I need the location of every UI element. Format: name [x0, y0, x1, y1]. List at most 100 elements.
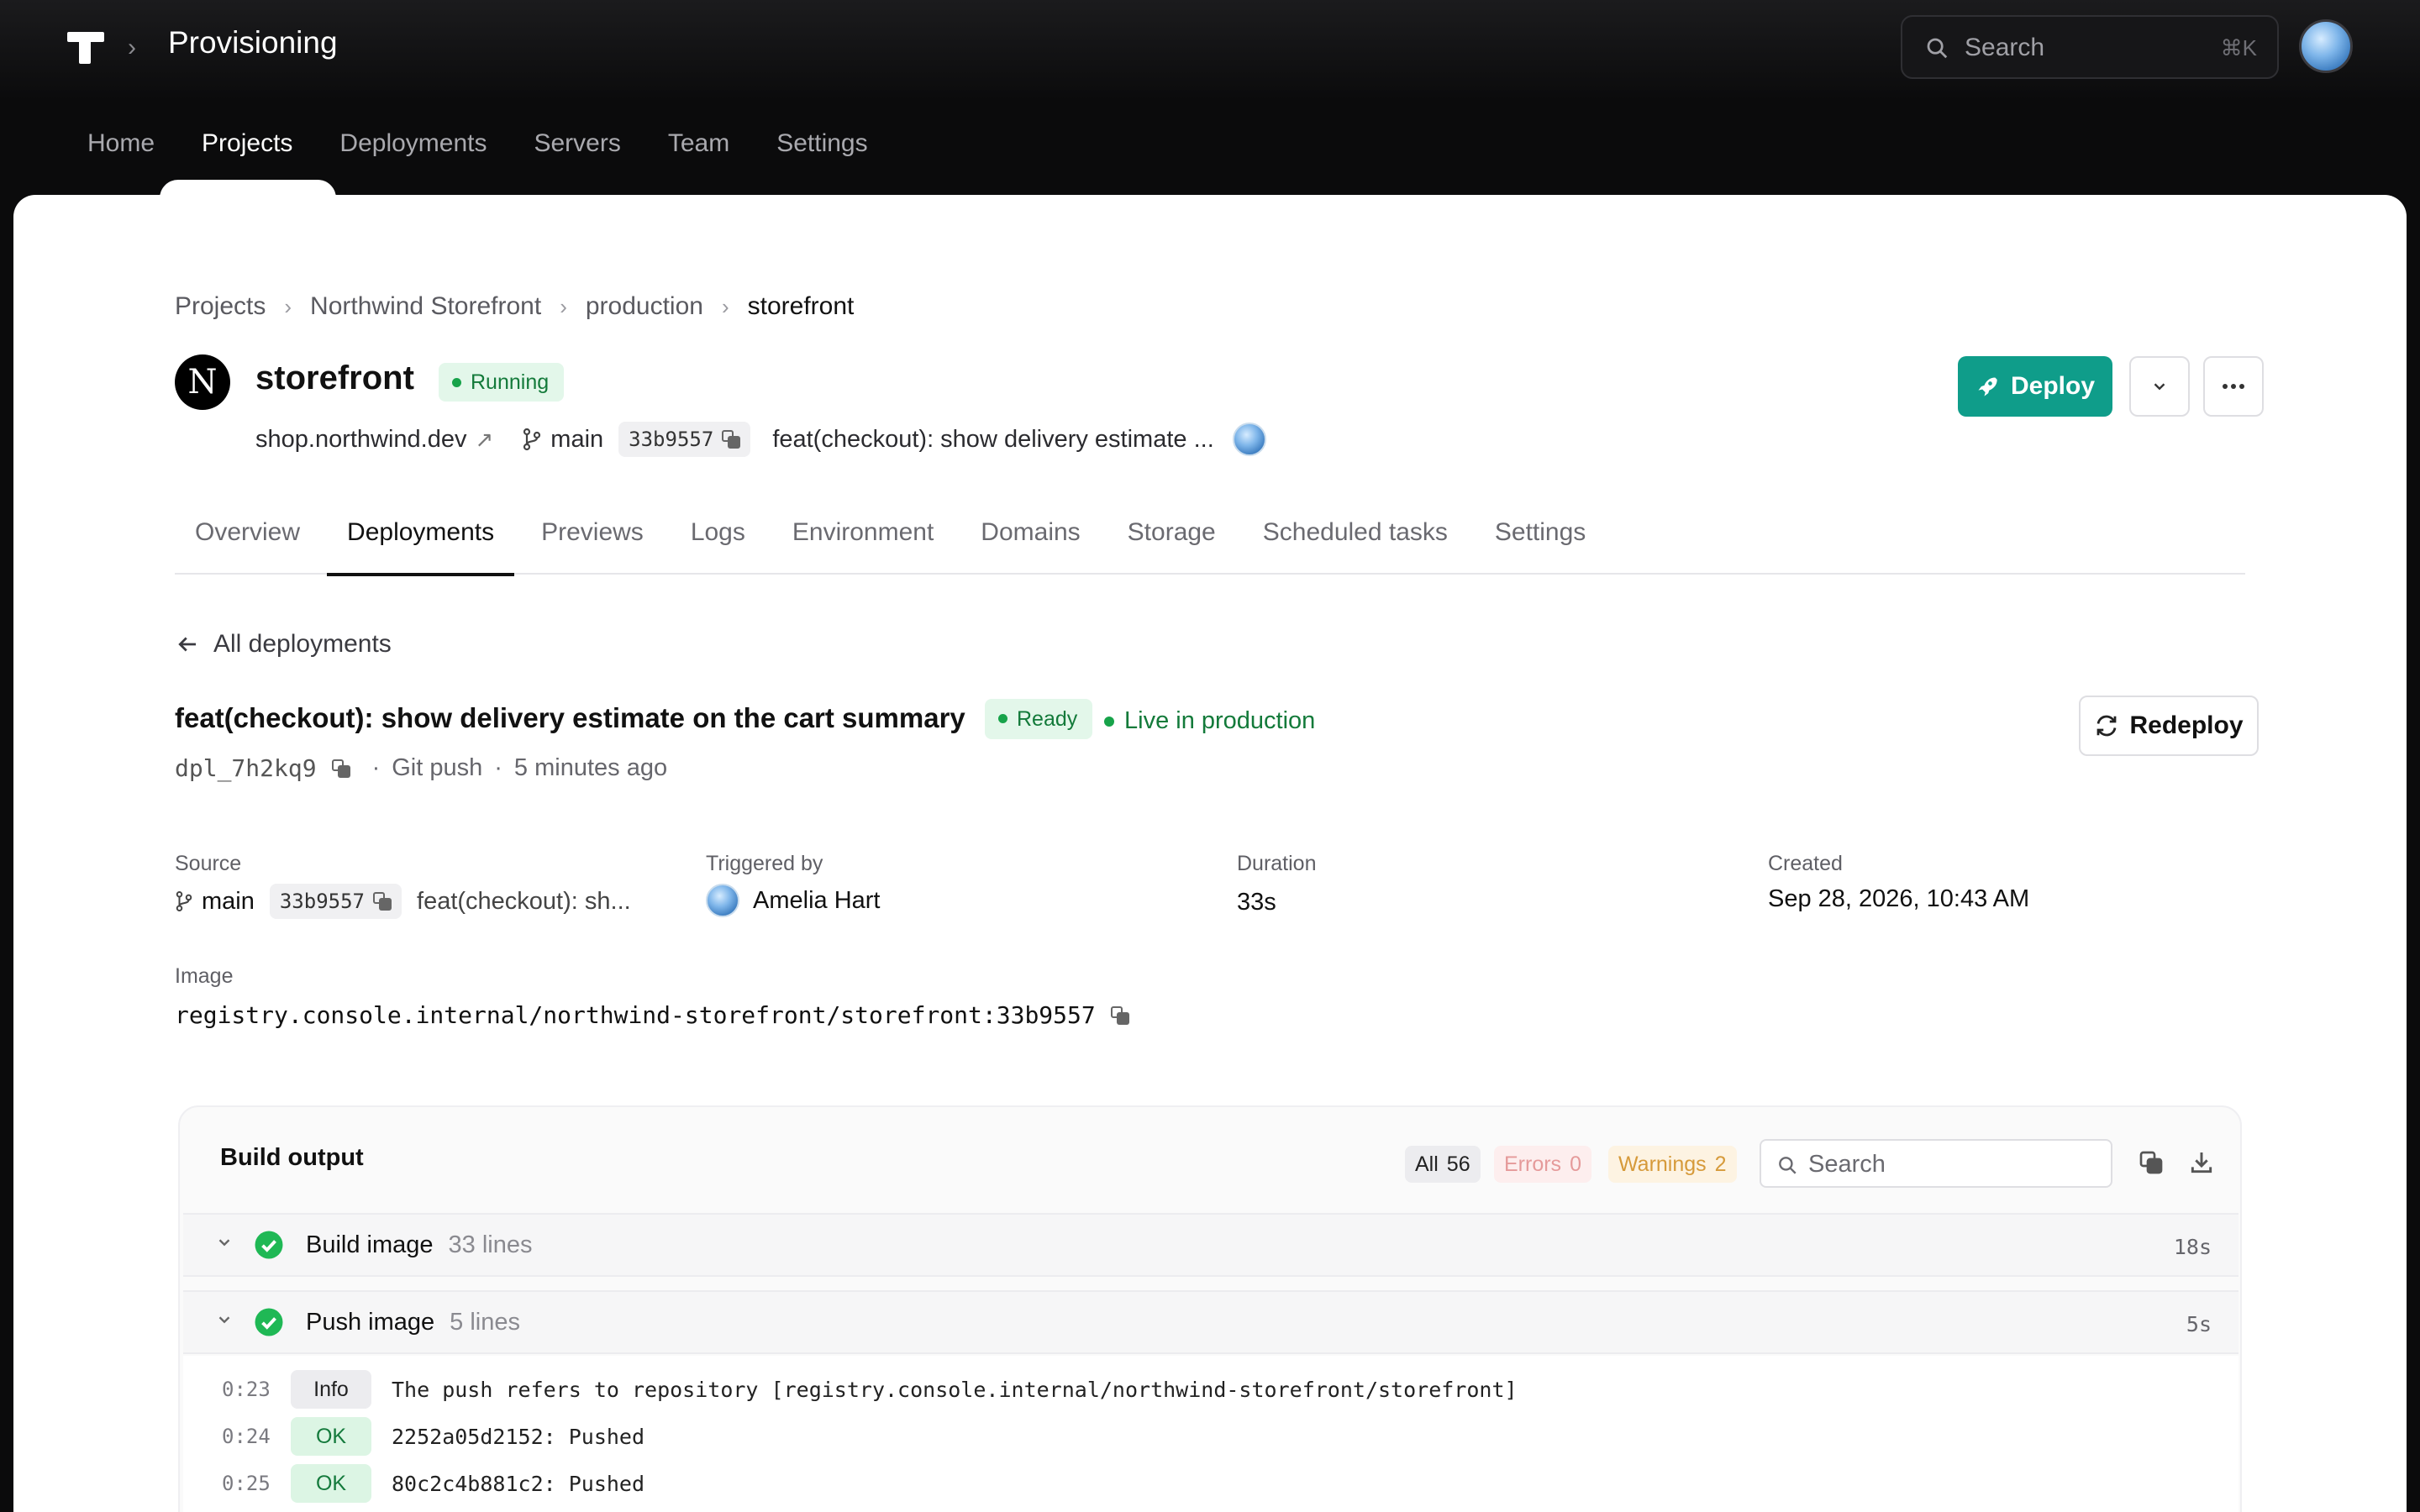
image-ref: registry.console.internal/northwind-stor…	[175, 1001, 1096, 1029]
push-step-lines: 5 lines	[450, 1309, 520, 1336]
live-indicator: Live in production	[1104, 707, 1315, 735]
project-meta: shop.northwind.dev ↗ main 33b9557 feat(c…	[255, 422, 1266, 457]
redeploy-label: Redeploy	[2129, 711, 2244, 739]
main-panel: Projects › Northwind Storefront › produc…	[13, 195, 2407, 1512]
topnav-servers[interactable]: Servers	[534, 129, 620, 158]
refresh-icon	[2097, 715, 2117, 737]
check-circle-icon	[255, 1231, 283, 1259]
topnav-team[interactable]: Team	[668, 129, 729, 158]
copy-icon[interactable]	[722, 430, 741, 449]
project-sha: 33b9557	[629, 428, 714, 451]
chevron-right-icon: ›	[560, 293, 567, 319]
project-sha-chip[interactable]: 33b9557	[618, 422, 751, 457]
project-domain-link[interactable]: shop.northwind.dev	[255, 426, 467, 454]
tab-environment[interactable]: Environment	[772, 511, 954, 575]
build-search-input[interactable]: Search	[1760, 1139, 2112, 1188]
top-navigation: Home Projects Deployments Servers Team S…	[87, 129, 915, 158]
image-value: registry.console.internal/northwind-stor…	[175, 1001, 1129, 1029]
log-level-badge: OK	[291, 1464, 371, 1503]
deployment-status-badge: Ready	[985, 699, 1093, 739]
git-branch-icon	[523, 428, 541, 451]
deploy-options-button[interactable]	[2129, 356, 2190, 417]
deployment-id: dpl_7h2kq9	[175, 754, 317, 782]
filter-errors-count: 0	[1570, 1152, 1581, 1176]
filter-warnings[interactable]: Warnings 2	[1608, 1146, 1737, 1183]
commit-author-avatar	[1232, 423, 1266, 456]
created-label: Created	[1768, 852, 1843, 875]
filter-all[interactable]: All 56	[1405, 1146, 1481, 1183]
filter-warnings-label: Warnings	[1618, 1152, 1707, 1176]
topnav-settings[interactable]: Settings	[776, 129, 867, 158]
tab-storage[interactable]: Storage	[1107, 511, 1236, 575]
push-step[interactable]: Push image 5 lines 5s	[183, 1290, 2238, 1354]
redeploy-button[interactable]: Redeploy	[2079, 696, 2259, 756]
chevron-down-icon[interactable]	[215, 1310, 234, 1329]
triggered-by-label: Triggered by	[706, 852, 823, 875]
duration-value: 33s	[1237, 889, 1276, 916]
git-branch-icon	[176, 890, 192, 912]
copy-icon[interactable]	[373, 892, 392, 911]
deploy-button-label: Deploy	[2010, 372, 2096, 400]
more-icon	[2223, 384, 2244, 389]
trigger-user-avatar	[706, 884, 739, 917]
tab-previews[interactable]: Previews	[521, 511, 664, 575]
tab-scheduled-tasks[interactable]: Scheduled tasks	[1243, 511, 1468, 575]
copy-icon[interactable]	[1110, 1005, 1129, 1025]
global-search-input[interactable]: Search ⌘K	[1901, 15, 2279, 79]
topnav-home[interactable]: Home	[87, 129, 155, 158]
build-search-placeholder: Search	[1808, 1151, 1886, 1178]
build-output-title: Build output	[220, 1144, 364, 1171]
breadcrumb-projects[interactable]: Projects	[175, 292, 266, 321]
top-bar: › Provisioning Search ⌘K Home Projects D…	[0, 0, 2420, 200]
chevron-down-icon[interactable]	[215, 1233, 234, 1252]
log-message: The push refers to repository [registry.…	[392, 1377, 1518, 1402]
chevron-right-icon: ›	[128, 34, 136, 61]
all-deployments-label: All deployments	[213, 630, 392, 658]
image-label: Image	[175, 964, 234, 988]
push-step-title: Push image	[306, 1309, 435, 1336]
tab-domains[interactable]: Domains	[960, 511, 1100, 575]
user-avatar[interactable]	[2299, 19, 2353, 73]
source-sha: 33b9557	[279, 890, 366, 913]
filter-warnings-count: 2	[1714, 1152, 1727, 1176]
source-sha-chip[interactable]: 33b9557	[269, 884, 402, 919]
log-message: 2252a05d2152: Pushed	[392, 1424, 645, 1449]
filter-errors[interactable]: Errors 0	[1494, 1146, 1591, 1183]
chevron-right-icon: ›	[284, 293, 292, 319]
tab-settings[interactable]: Settings	[1475, 511, 1606, 575]
topnav-projects[interactable]: Projects	[202, 129, 292, 158]
separator-dot: ·	[371, 754, 381, 781]
breadcrumb-project[interactable]: Northwind Storefront	[310, 292, 541, 321]
source-label: Source	[175, 852, 242, 875]
more-actions-button[interactable]	[2203, 356, 2264, 417]
build-step-duration: 18s	[2173, 1235, 2212, 1259]
check-circle-icon	[255, 1308, 283, 1336]
build-step[interactable]: Build image 33 lines 18s	[183, 1213, 2238, 1277]
tab-deployments[interactable]: Deployments	[327, 511, 515, 576]
chevron-down-icon	[2154, 383, 2165, 391]
deploy-button[interactable]: Deploy	[1958, 356, 2112, 417]
tab-logs[interactable]: Logs	[671, 511, 765, 575]
project-logo: N	[175, 354, 230, 410]
rocket-icon	[1978, 377, 1997, 396]
project-status-badge: Running	[439, 363, 565, 402]
copy-icon[interactable]	[331, 759, 350, 778]
topnav-deployments[interactable]: Deployments	[339, 129, 487, 158]
build-output-panel: Build output All 56 Errors 0 Warnings 2 Sea…	[178, 1105, 2242, 1512]
app-logo[interactable]	[67, 32, 104, 66]
log-row: 0:25 OK 80c2c4b881c2: Pushed	[183, 1463, 2238, 1504]
deployment-age: 5 minutes ago	[513, 754, 668, 781]
triggered-by-user[interactable]: Amelia Hart	[753, 887, 881, 915]
tab-overview[interactable]: Overview	[175, 511, 320, 575]
log-time: 0:25	[222, 1472, 271, 1495]
project-branch: main	[550, 425, 604, 453]
all-deployments-link[interactable]: All deployments	[175, 630, 392, 659]
log-time: 0:23	[222, 1378, 271, 1401]
breadcrumb-current: storefront	[747, 292, 855, 320]
chevron-right-icon: ›	[721, 293, 729, 319]
search-icon	[1779, 1157, 1797, 1174]
copy-icon[interactable]	[2138, 1149, 2165, 1176]
breadcrumb-environment[interactable]: production	[586, 292, 703, 321]
download-icon[interactable]	[2188, 1149, 2215, 1176]
log-message: 80c2c4b881c2: Pushed	[392, 1471, 645, 1496]
